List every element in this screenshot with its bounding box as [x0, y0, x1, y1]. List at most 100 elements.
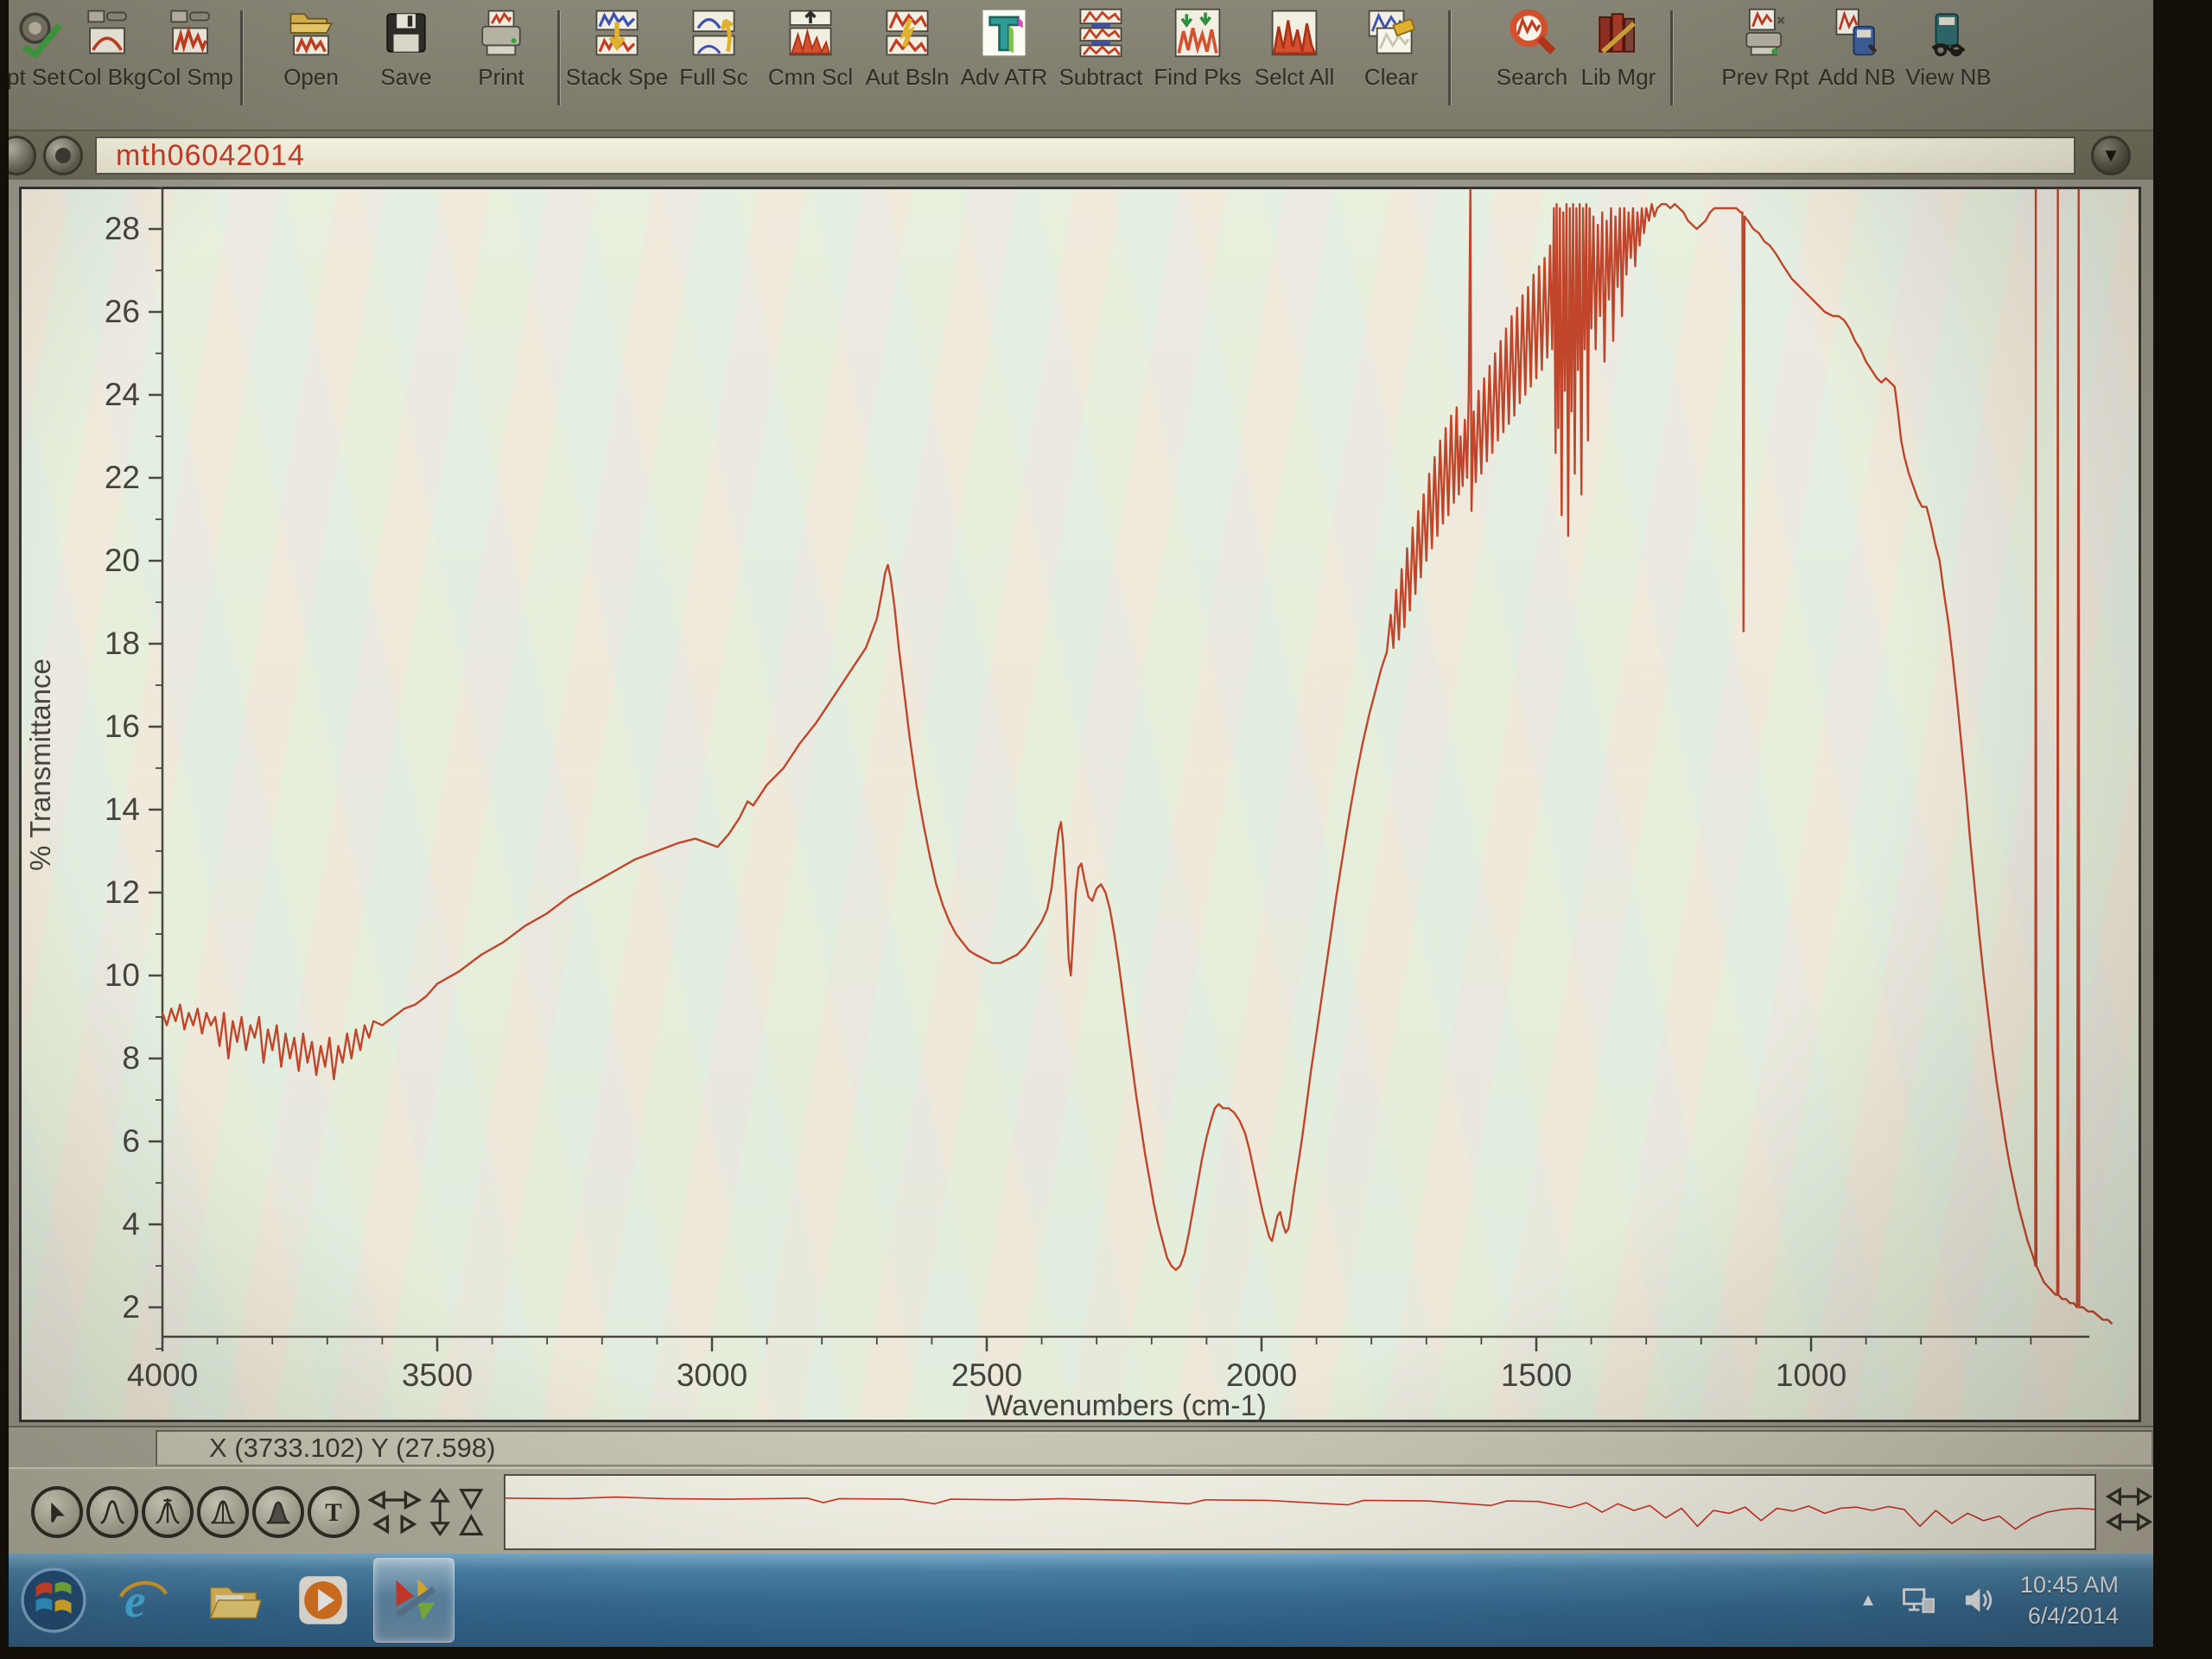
button-dot-icon: [55, 148, 71, 163]
speaker-icon[interactable]: [1960, 1581, 1998, 1619]
taskbar-clock[interactable]: 10:45 AM 6/4/2014: [2020, 1569, 2119, 1632]
tray-time: 10:45 AM: [2020, 1569, 2119, 1600]
toolbar-button-label: Stack Spe: [566, 64, 669, 91]
toolbar-button-save[interactable]: Save: [359, 7, 454, 91]
tray-date: 6/4/2014: [2020, 1600, 2119, 1631]
start-button[interactable]: [14, 1559, 93, 1642]
toolbar-divider: [1448, 10, 1451, 105]
T-glyph-icon: T: [318, 1497, 349, 1528]
toolbar-button-label: Col Bkg: [67, 64, 146, 91]
toolbar-button-selct-all[interactable]: Selct All: [1246, 7, 1343, 91]
spectrum-title-field[interactable]: mth06042014: [95, 137, 2075, 175]
toolbar-button-lib-mgr[interactable]: Lib Mgr: [1575, 7, 1662, 91]
chart-region: 2826242220181614121086424000350030002500…: [9, 180, 2153, 1426]
media-player-button[interactable]: [283, 1559, 363, 1642]
toolbar-group: Stack Spe Full Sc Cmn Scl Aut BslnAdv ATR Su…: [569, 7, 1440, 91]
peak-fill-tool[interactable]: [252, 1486, 304, 1538]
windows-explorer-button[interactable]: [194, 1559, 273, 1642]
toolbar-button-print[interactable]: Print: [454, 7, 549, 91]
h-arrows-icon: [368, 1488, 422, 1536]
expt-set-icon: [14, 7, 66, 59]
toolbar-button-col-smp[interactable]: Col Smp: [149, 7, 232, 91]
bell-plus-glyph-icon: [152, 1497, 183, 1528]
toolbar-button-stack-spe[interactable]: Stack Spe: [569, 7, 665, 91]
omnic-icon: [384, 1570, 444, 1630]
folder-icon: [203, 1570, 264, 1630]
taskbar: e ▲ 10:45 AM 6/4/2014: [9, 1554, 2153, 1647]
toolbar-button-label: Search: [1497, 64, 1567, 91]
toolbar-button-search[interactable]: Search: [1489, 7, 1575, 91]
overview-pan-button[interactable]: [2105, 1483, 2153, 1542]
toolbar-button-col-bkg[interactable]: Col Bkg: [66, 7, 149, 91]
peak-area-tool[interactable]: [197, 1486, 249, 1538]
toolbar-button-add-nb[interactable]: Add NB: [1811, 7, 1903, 91]
v-arrows-icon: [427, 1488, 454, 1536]
bowtie-icon: [458, 1488, 485, 1536]
peak-height-tool[interactable]: [142, 1486, 194, 1538]
bell-line-glyph-icon: [207, 1497, 238, 1528]
toolbar-button-cmn-scl[interactable]: Cmn Scl: [762, 7, 859, 91]
view-nb-icon: [1923, 7, 1974, 59]
omnic-app-button[interactable]: [373, 1558, 454, 1643]
aut-bsln-icon: [881, 7, 933, 59]
toolbar-button-expt-set[interactable]: Expt Set: [9, 7, 66, 91]
scroll-vertical-buttons[interactable]: [427, 1488, 454, 1536]
search-icon: [1506, 7, 1558, 59]
system-tray: ▲ 10:45 AM 6/4/2014: [1859, 1554, 2119, 1647]
network-icon[interactable]: [1899, 1581, 1937, 1619]
print-icon: [475, 7, 527, 59]
show-hidden-icons-button[interactable]: ▲: [1859, 1591, 1877, 1611]
selct-all-icon: [1268, 7, 1320, 59]
status-bar: X (3733.102) Y (27.598): [9, 1426, 2153, 1469]
spectrum-title: mth06042014: [116, 139, 305, 173]
prev-rpt-icon: [1739, 7, 1791, 59]
window-menu-button[interactable]: ▼: [2091, 136, 2131, 175]
toolbar-divider: [240, 10, 243, 105]
toolbar-button-find-pks[interactable]: Find Pks: [1149, 7, 1246, 91]
toolbar-button-label: Full Sc: [679, 64, 747, 91]
spectrum-view[interactable]: [19, 187, 2141, 1422]
toolbar-button-clear[interactable]: Clear: [1343, 7, 1440, 91]
toolbar-button-aut-bsln[interactable]: Aut Bsln: [859, 7, 956, 91]
scroll-horizontal-buttons[interactable]: [368, 1488, 422, 1536]
toolbar-button-prev-rpt[interactable]: Prev Rpt: [1719, 7, 1811, 91]
toolbar-button-label: Prev Rpt: [1721, 64, 1808, 91]
toolbar-button-label: Selct All: [1255, 64, 1335, 91]
toolbar-button-label: Aut Bsln: [866, 64, 950, 91]
text-annotation-tool[interactable]: T: [308, 1486, 359, 1538]
toolbar-button-adv-atr[interactable]: Adv ATR: [956, 7, 1052, 91]
peak-tool[interactable]: [86, 1486, 138, 1538]
select-cursor-tool[interactable]: [31, 1486, 83, 1538]
open-icon: [285, 7, 337, 59]
window-cycle-button-1[interactable]: [9, 136, 36, 175]
cursor-glyph-icon: [41, 1497, 73, 1528]
monitor-screen: Expt SetCol BkgCol SmpOpenSavePrintStack…: [9, 0, 2153, 1647]
toolbar-button-label: Lib Mgr: [1581, 64, 1656, 91]
toolbar-button-label: Find Pks: [1154, 64, 1241, 91]
ie-icon: e: [113, 1570, 174, 1630]
toolbar-button-label: Subtract: [1059, 64, 1143, 91]
internet-explorer-button[interactable]: e: [104, 1559, 183, 1642]
toolbar-button-full-sc[interactable]: Full Sc: [665, 7, 762, 91]
toolbar-button-label: Cmn Scl: [768, 64, 853, 91]
main-toolbar: Expt SetCol BkgCol SmpOpenSavePrintStack…: [9, 0, 2153, 131]
subtract-icon: [1075, 7, 1127, 59]
toolbar-button-open[interactable]: Open: [264, 7, 359, 91]
toolbar-group: Search Lib Mgr: [1489, 7, 1662, 91]
toolbar-group: Expt SetCol BkgCol Smp: [9, 7, 232, 91]
cmn-scl-icon: [785, 7, 836, 59]
collapse-expand-buttons[interactable]: [458, 1488, 485, 1536]
toolbar-button-view-nb[interactable]: View NB: [1903, 7, 1994, 91]
toolbar-divider: [1670, 10, 1673, 105]
window-cycle-button-2[interactable]: [43, 136, 83, 175]
col-smp-icon: [164, 7, 216, 59]
bell-glyph-icon: [97, 1497, 128, 1528]
spectrum-overview-strip[interactable]: [504, 1474, 2096, 1550]
toolbar-button-label: Save: [380, 64, 431, 91]
pan-arrows-icon: [2105, 1483, 2153, 1538]
overview-trace: [505, 1476, 2094, 1548]
toolbar-group: Open Save Print: [264, 7, 549, 91]
toolbar-group: Prev RptAdd NBView NB: [1719, 7, 1994, 91]
toolbar-button-subtract[interactable]: Subtract: [1052, 7, 1149, 91]
toolbar-divider: [557, 10, 560, 105]
